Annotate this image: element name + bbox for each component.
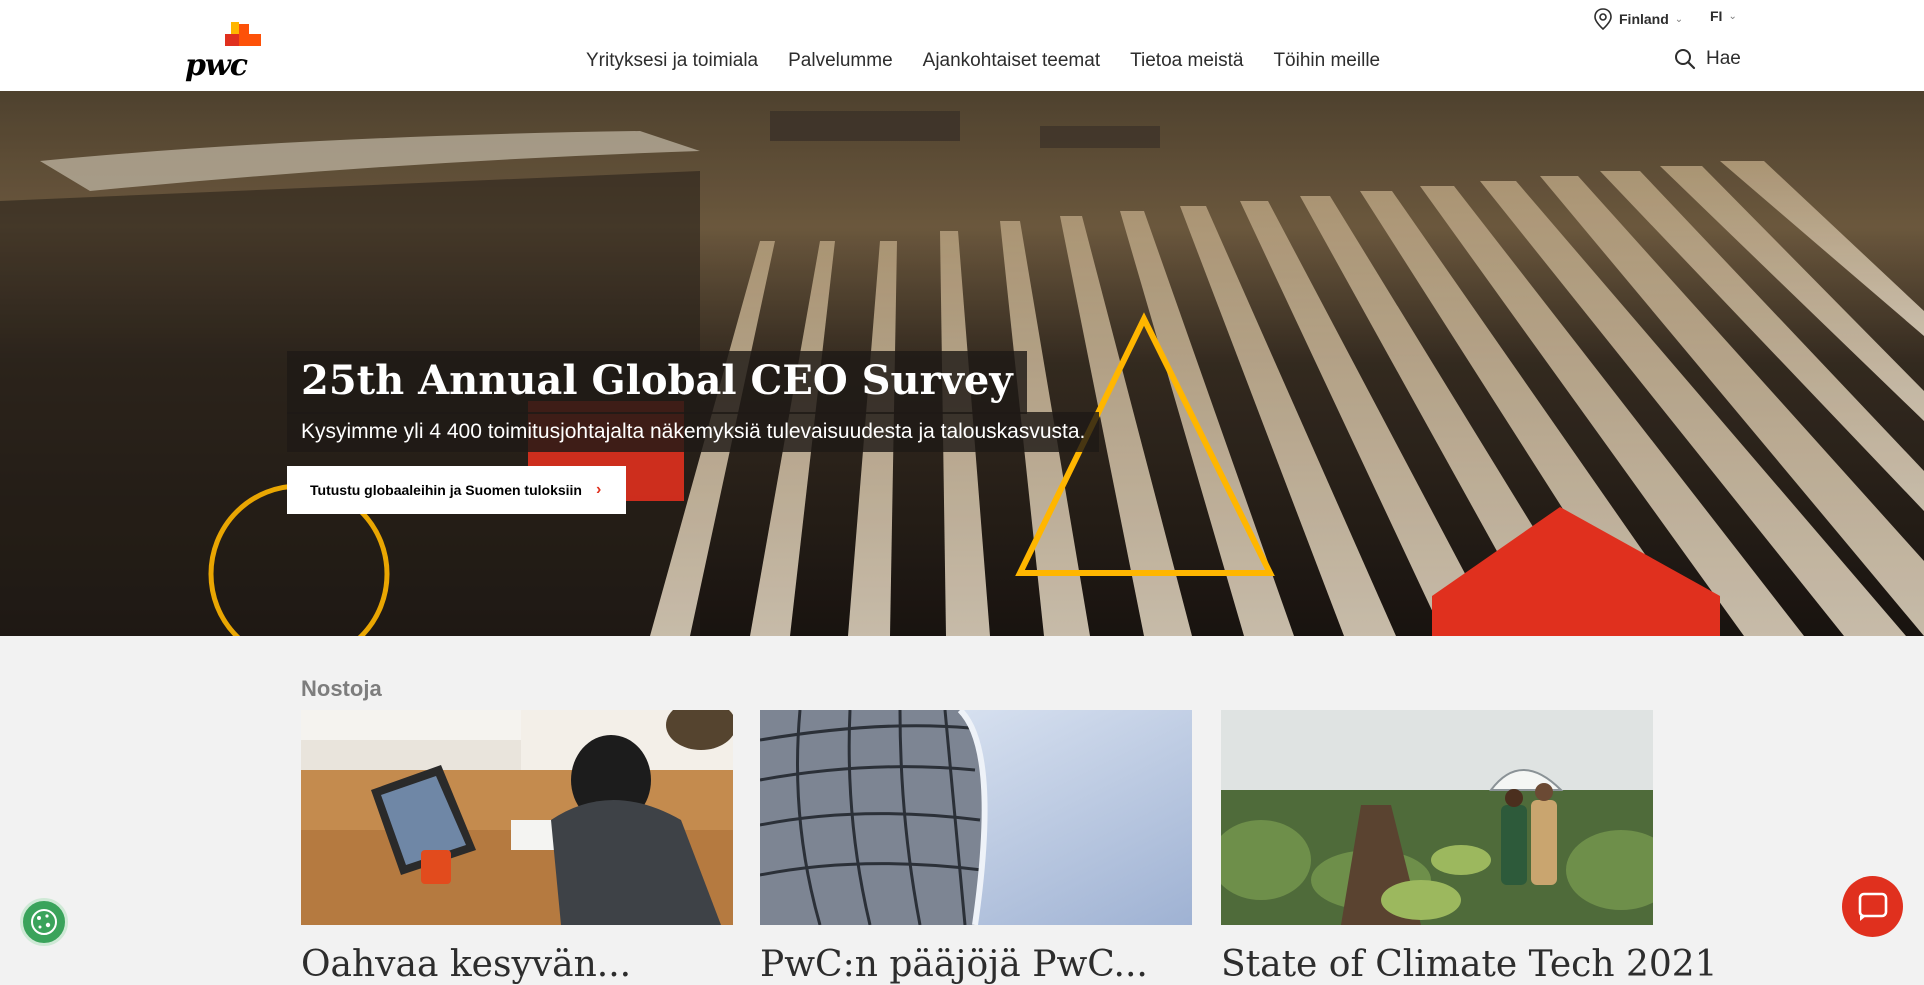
language-selector[interactable]: FI ⌄ [1710,8,1737,24]
search-icon [1675,49,1696,70]
chat-button[interactable] [1842,876,1903,937]
logo-wordmark: pwc [185,48,248,83]
hero-subtitle: Kysyimme yli 4 400 toimitusjohtajalta nä… [301,420,1086,443]
search-label: Hae [1706,48,1741,69]
highlights-title: Nostoja [301,676,382,701]
site-header: pwc Finland ⌄ FI ⌄ Yrityksesi ja toimial… [0,0,1924,91]
location-pin-icon [1594,8,1612,30]
hero-cta-label: Tutustu globaaleihin ja Suomen tuloksiin [310,482,582,498]
cookie-settings-button[interactable] [20,898,68,946]
greenhouse-garden-image [1221,710,1653,925]
nav-item-about[interactable]: Tietoa meistä [1115,50,1258,72]
search-button[interactable]: Hae [1674,48,1741,70]
hero-title-box: 25th Annual Global CEO Survey [287,351,1027,414]
chevron-down-icon: ⌄ [1674,13,1684,25]
chevron-down-icon: ⌄ [1728,10,1737,22]
country-selector[interactable]: Finland ⌄ [1593,8,1683,30]
highlight-card-1-title[interactable]: Oahvaa kesyvän... [301,944,631,985]
country-label: Finland [1619,11,1669,27]
highlight-card-3-title[interactable]: State of Climate Tech 2021 [1221,944,1718,985]
hero-cta-button[interactable]: Tutustu globaaleihin ja Suomen tuloksiin… [287,466,626,514]
chat-icon [1858,892,1887,921]
highlight-card-1-image[interactable] [301,710,733,925]
highlight-card-2-image[interactable] [760,710,1192,925]
nav-item-topics[interactable]: Ajankohtaiset teemat [908,50,1115,72]
nav-item-industries[interactable]: Yrityksesi ja toimiala [571,50,773,72]
highlight-card-3-image[interactable] [1221,710,1653,925]
pwc-logo-blocks-icon [225,22,261,46]
hero-subtitle-box: Kysyimme yli 4 400 toimitusjohtajalta nä… [287,412,1100,452]
cookie-icon [31,909,57,935]
pwc-logo[interactable]: pwc [185,22,261,83]
main-nav: Yrityksesi ja toimiala Palvelumme Ajanko… [571,50,1395,72]
chevron-right-icon: › [595,481,602,498]
highlight-card-2-title[interactable]: PwC:n pääjöjä PwC... [760,944,1148,985]
glass-building-image [760,710,1192,925]
language-label: FI [1710,8,1723,24]
hero-title: 25th Annual Global CEO Survey [301,357,1013,404]
woman-laptop-image [301,710,733,925]
hero-banner: 25th Annual Global CEO Survey Kysyimme y… [0,91,1924,636]
nav-item-careers[interactable]: Töihin meille [1258,50,1395,72]
nav-item-services[interactable]: Palvelumme [773,50,908,72]
